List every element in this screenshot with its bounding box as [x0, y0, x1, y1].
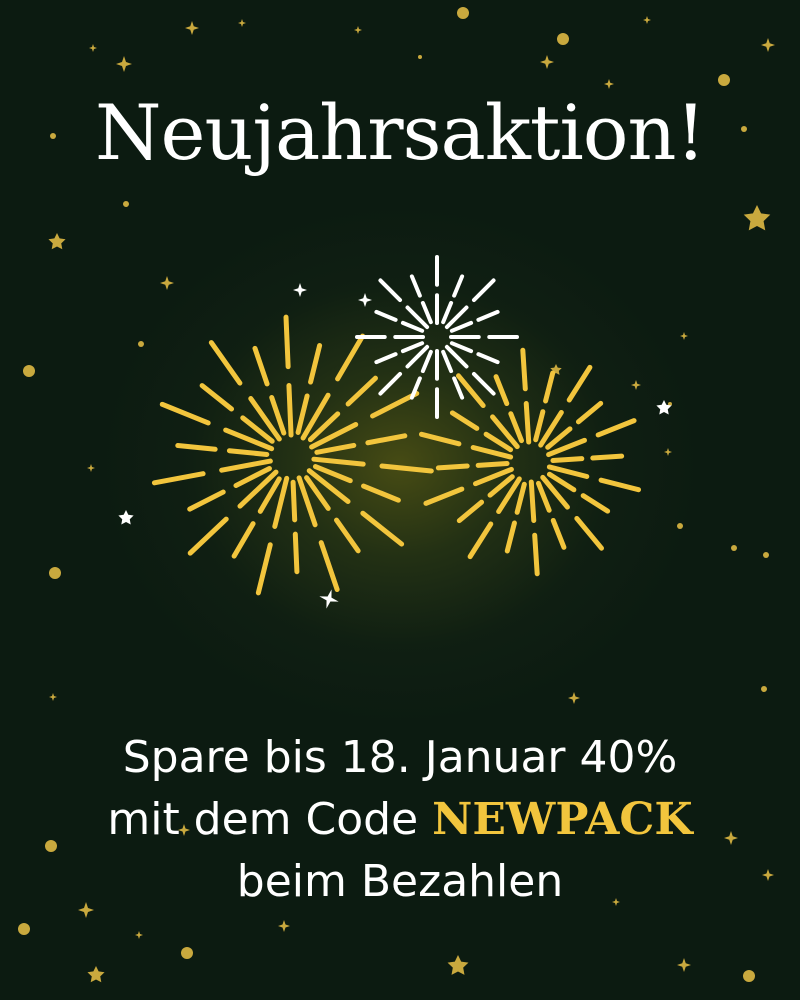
firework-ray: [314, 442, 357, 455]
promo-poster: Neujahrsaktion! Spare bis 18. Januar 40%…: [0, 0, 800, 1000]
firework-ray: [456, 499, 485, 524]
firework-ray: [543, 370, 556, 404]
firework-ray: [435, 463, 470, 471]
firework-ray: [400, 341, 425, 354]
firework-ray: [441, 300, 454, 325]
firework-ray: [471, 278, 496, 303]
message-line-2-prefix: mit dem Code: [107, 794, 433, 845]
firework-ray: [333, 517, 361, 554]
firework-ray: [335, 333, 366, 382]
firework-ray: [295, 393, 310, 435]
firework-ray: [360, 510, 405, 547]
firework-ray: [151, 471, 206, 486]
firework-ray: [283, 314, 291, 370]
firework-ray: [598, 477, 642, 493]
firework-ray: [532, 532, 540, 577]
firework-ray: [550, 456, 585, 464]
firework-ray: [449, 410, 480, 431]
firework-ray: [550, 517, 567, 550]
firework-ray: [365, 433, 408, 446]
firework-ray: [533, 409, 546, 443]
firework-ray: [374, 309, 398, 322]
firework-burst-right: [418, 347, 642, 577]
firework-ray: [452, 274, 465, 298]
firework-ray: [309, 422, 359, 450]
firework-ray: [508, 411, 525, 444]
firework-ray: [208, 340, 243, 386]
firework-ray: [504, 520, 517, 554]
firework-ray: [580, 493, 611, 514]
firework-ray: [378, 371, 403, 396]
firework-ray: [471, 371, 496, 396]
message-line-2: mit dem Code NEWPACK: [0, 789, 800, 851]
firework-ray: [290, 479, 298, 523]
firework-ray: [475, 460, 510, 468]
firework-ray: [449, 320, 474, 333]
firework-ray: [219, 458, 273, 473]
firework-ray: [292, 531, 300, 575]
promo-code: NEWPACK: [432, 794, 693, 845]
firework-ray: [523, 400, 532, 445]
firework-ray: [361, 483, 401, 503]
firework-ray: [374, 352, 398, 365]
firework-ray: [514, 481, 527, 515]
firework-ray: [311, 456, 366, 467]
firework-ray: [535, 480, 552, 513]
firework-ray: [175, 443, 218, 452]
message-line-3: beim Bezahlen: [236, 856, 564, 907]
firework-ray: [476, 352, 500, 365]
firework-ray: [252, 345, 270, 387]
message-line-1: Spare bis 18. Januar 40%: [122, 732, 678, 783]
firework-ray: [493, 374, 510, 407]
firework-ray: [467, 521, 494, 560]
firework-ray: [575, 400, 604, 425]
firework-ray: [420, 300, 433, 325]
firework-ray: [286, 383, 294, 438]
firework-ray: [520, 347, 528, 392]
firework-ray: [226, 448, 270, 457]
firework-ray: [566, 364, 593, 403]
firework-ray: [159, 401, 211, 426]
firework-ray: [318, 540, 340, 593]
firework-ray: [449, 341, 474, 354]
firework-ray: [418, 431, 462, 447]
firework-ray: [400, 320, 425, 333]
firework-ray: [420, 349, 433, 374]
firework-ray: [528, 479, 537, 524]
firework-ray: [409, 274, 422, 298]
firework-ray: [308, 343, 323, 385]
firework-ray: [255, 542, 273, 596]
firework-ray: [231, 521, 256, 559]
firework-ray: [199, 383, 235, 412]
firework-ray: [574, 515, 605, 551]
firework-ray: [187, 516, 229, 556]
firework-ray: [345, 375, 378, 407]
firework-ray: [476, 309, 500, 322]
firework-ray: [423, 486, 465, 506]
firework-ray: [187, 489, 226, 512]
firework-burst-top: [355, 255, 519, 419]
firework-ray: [379, 463, 434, 474]
firework-ray: [595, 418, 637, 438]
headline-title: Neujahrsaktion!: [94, 88, 706, 177]
promo-message: Spare bis 18. Januar 40% mit dem Code NE…: [0, 727, 800, 913]
firework-ray: [378, 278, 403, 303]
firework-ray: [590, 453, 625, 461]
firework-ray: [441, 349, 454, 374]
